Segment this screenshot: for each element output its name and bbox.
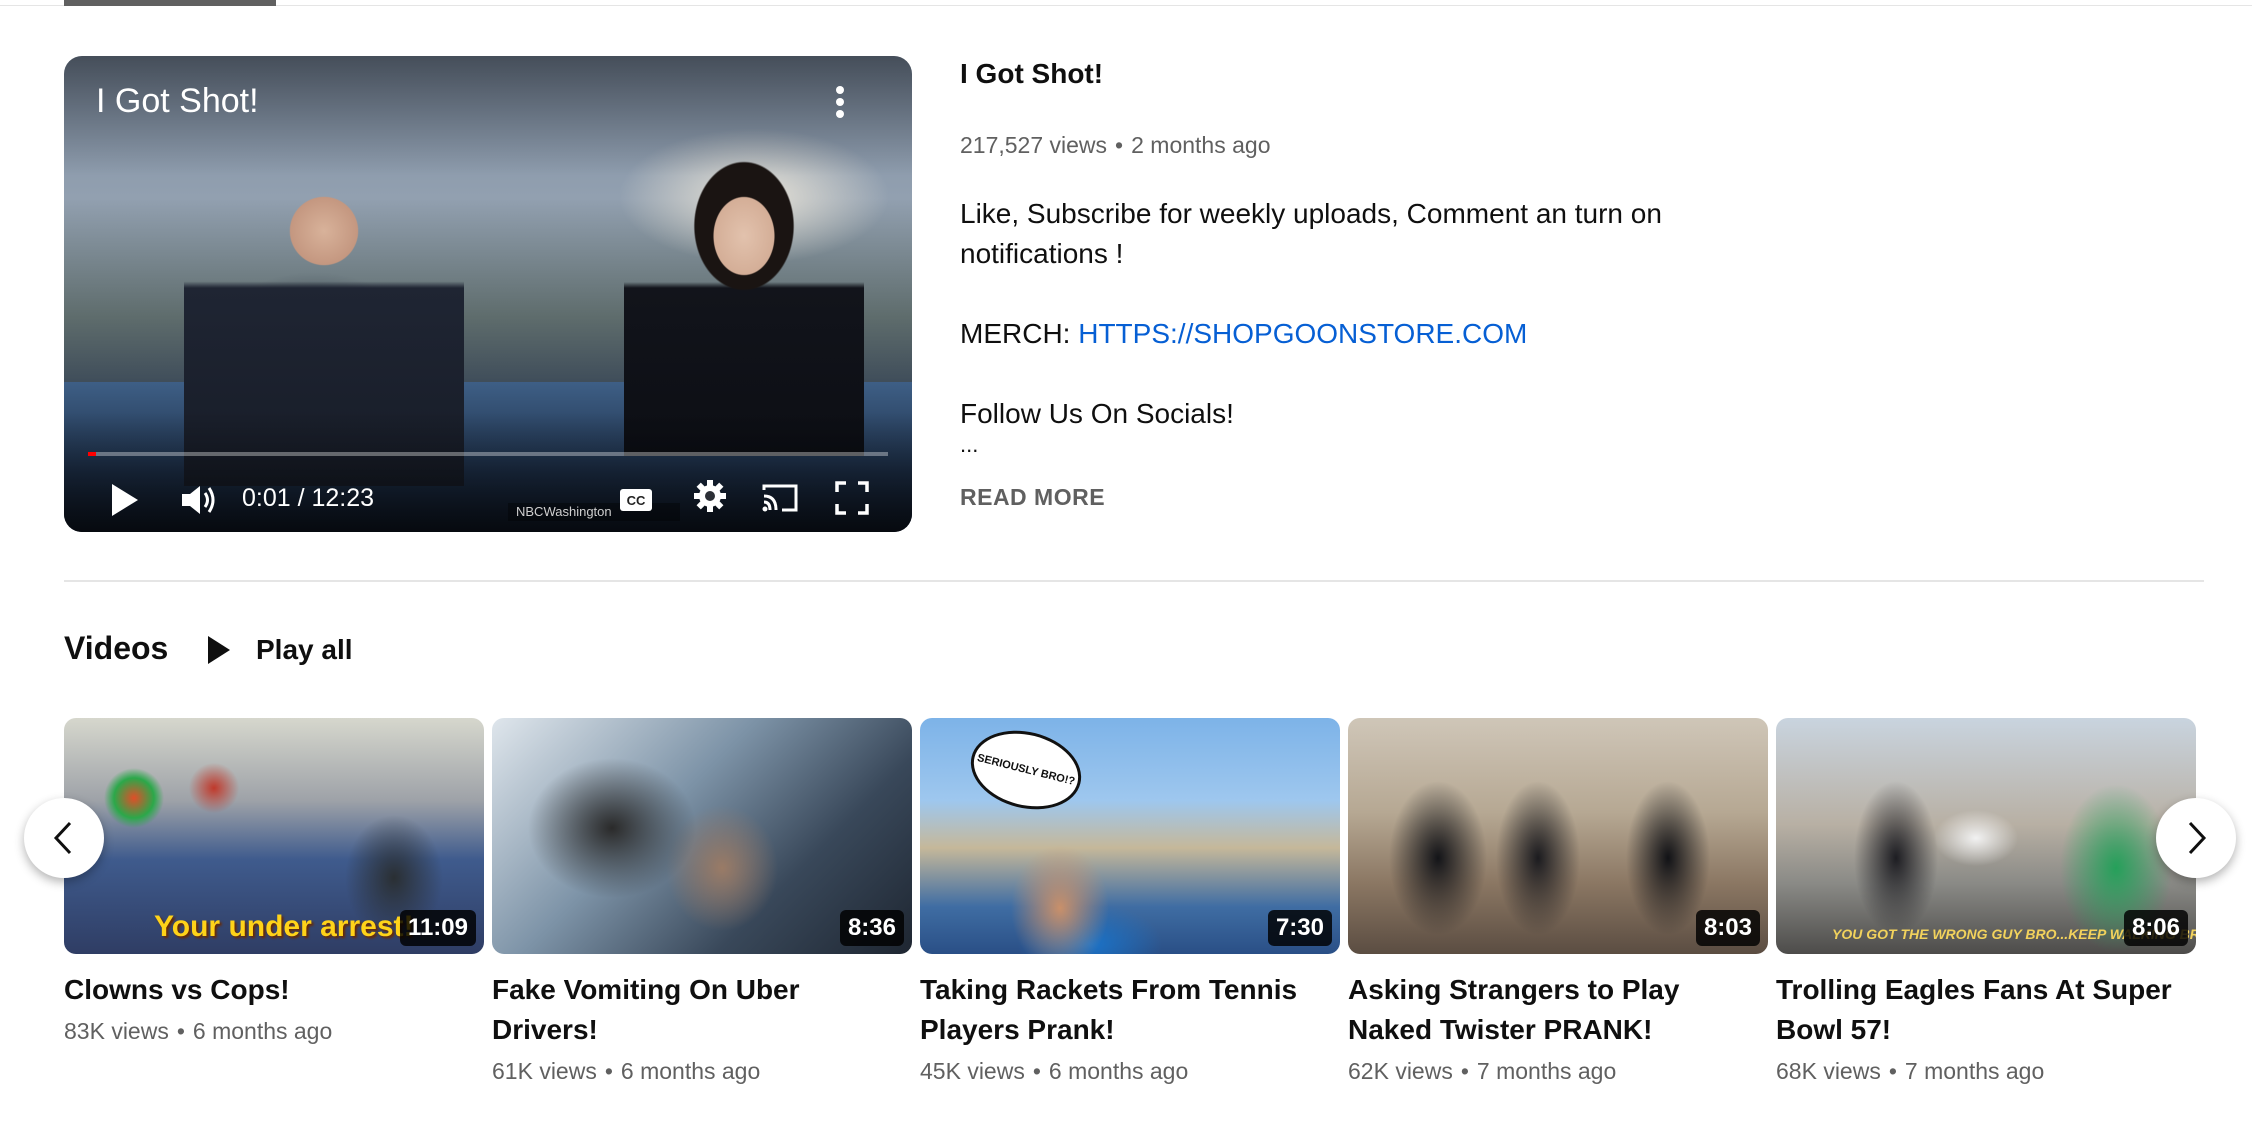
time-readout: 0:01 / 12:23 [242, 484, 375, 512]
video-title[interactable]: Taking Rackets From Tennis Players Prank… [920, 970, 1340, 1050]
video-meta: 45K views • 6 months ago [920, 1058, 1340, 1085]
description-line: notifications ! [960, 238, 1124, 269]
featured-video-player[interactable]: I Got Shot! NBCWashington 0:01 / 12:23 C… [64, 56, 912, 532]
active-tab-indicator [64, 0, 276, 6]
duration-badge: 8:06 [2123, 910, 2188, 946]
video-thumbnail[interactable]: Your under arrest! 11:09 [64, 718, 484, 954]
meta-separator: • [1888, 1058, 1897, 1084]
volume-icon[interactable] [178, 482, 218, 518]
view-count: 217,527 views [960, 132, 1108, 158]
video-title[interactable]: Fake Vomiting On Uber Drivers! [492, 970, 912, 1050]
merch-label: MERCH: [960, 318, 1079, 349]
description-merch: MERCH: HTTPS://SHOPGOONSTORE.COM [960, 314, 1527, 354]
video-thumbnail[interactable]: 8:36 [492, 718, 912, 954]
read-more-button[interactable]: READ MORE [960, 484, 1105, 511]
duration-badge: 8:36 [839, 910, 904, 946]
view-count: 45K views [920, 1058, 1025, 1084]
upload-age: 2 months ago [1131, 132, 1271, 158]
play-all-label: Play all [256, 634, 353, 665]
more-vert-icon[interactable] [820, 80, 860, 124]
view-count: 61K views [492, 1058, 597, 1084]
video-thumbnail[interactable]: SERIOUSLY BRO!? 7:30 [920, 718, 1340, 954]
video-title[interactable]: Trolling Eagles Fans At Super Bowl 57! [1776, 970, 2196, 1050]
video-card[interactable]: 8:36 Fake Vomiting On Uber Drivers! 61K … [492, 718, 912, 1085]
player-progress-bar[interactable] [88, 452, 888, 456]
description-ellipsis: ... [960, 432, 979, 457]
view-count: 62K views [1348, 1058, 1453, 1084]
video-title[interactable]: Asking Strangers to Play Naked Twister P… [1348, 970, 1768, 1050]
duration-badge: 7:30 [1267, 910, 1332, 946]
video-meta: 68K views • 7 months ago [1776, 1058, 2196, 1085]
video-meta: 83K views • 6 months ago [64, 1018, 484, 1045]
player-progress-fill [88, 452, 96, 456]
thumbnail-speech-bubble: SERIOUSLY BRO!? [962, 719, 1090, 821]
upload-age: 6 months ago [1048, 1058, 1189, 1084]
merch-link[interactable]: HTTPS://SHOPGOONSTORE.COM [1078, 318, 1527, 349]
duration-badge: 11:09 [399, 910, 476, 946]
meta-separator: • [1032, 1058, 1041, 1084]
cast-icon[interactable] [760, 480, 800, 516]
settings-icon[interactable] [690, 476, 730, 516]
shelf-scroll-right-button[interactable] [2156, 798, 2236, 878]
thumbnail-caption: Your under arrest! [154, 910, 414, 943]
video-thumbnail[interactable]: 8:03 [1348, 718, 1768, 954]
player-title[interactable]: I Got Shot! [96, 82, 259, 121]
shelf-scroll-left-button[interactable] [24, 798, 104, 878]
video-meta: 61K views • 6 months ago [492, 1058, 912, 1085]
play-icon [208, 636, 230, 664]
upload-age: 7 months ago [1476, 1058, 1617, 1084]
channel-tab-bar [0, 0, 2252, 6]
video-card[interactable]: SERIOUSLY BRO!? 7:30 Taking Rackets From… [920, 718, 1340, 1085]
video-card[interactable]: 8:03 Asking Strangers to Play Naked Twis… [1348, 718, 1768, 1085]
featured-video-meta: 217,527 views • 2 months ago [960, 132, 1270, 159]
featured-video-title[interactable]: I Got Shot! [960, 58, 1103, 90]
upload-age: 6 months ago [192, 1018, 333, 1044]
description-line: Like, Subscribe for weekly uploads, Comm… [960, 198, 1662, 229]
video-title[interactable]: Clowns vs Cops! [64, 970, 484, 1010]
meta-separator: • [176, 1018, 185, 1044]
play-icon[interactable] [108, 480, 142, 520]
play-all-button[interactable]: Play all [206, 630, 353, 670]
description-socials: Follow Us On Socials! [960, 398, 1234, 429]
video-card[interactable]: Your under arrest! 11:09 Clowns vs Cops!… [64, 718, 484, 1045]
video-frame-anchor-right [624, 156, 864, 456]
meta-separator: • [1460, 1058, 1469, 1084]
video-meta: 62K views • 7 months ago [1348, 1058, 1768, 1085]
upload-age: 6 months ago [620, 1058, 761, 1084]
shelf-title[interactable]: Videos [64, 630, 168, 667]
video-thumbnail[interactable]: YOU GOT THE WRONG GUY BRO...KEEP WALKING… [1776, 718, 2196, 954]
meta-separator: • [1115, 132, 1124, 158]
upload-age: 7 months ago [1904, 1058, 2045, 1084]
chevron-left-icon [53, 821, 72, 855]
view-count: 83K views [64, 1018, 169, 1044]
svg-text:CC: CC [627, 493, 646, 508]
meta-separator: • [604, 1058, 613, 1084]
fullscreen-icon[interactable] [834, 480, 870, 516]
view-count: 68K views [1776, 1058, 1881, 1084]
chevron-right-icon [2188, 821, 2207, 855]
cc-icon[interactable]: CC [616, 480, 656, 520]
video-card[interactable]: YOU GOT THE WRONG GUY BRO...KEEP WALKING… [1776, 718, 2196, 1085]
duration-badge: 8:03 [1695, 910, 1760, 946]
section-divider [64, 580, 2204, 582]
